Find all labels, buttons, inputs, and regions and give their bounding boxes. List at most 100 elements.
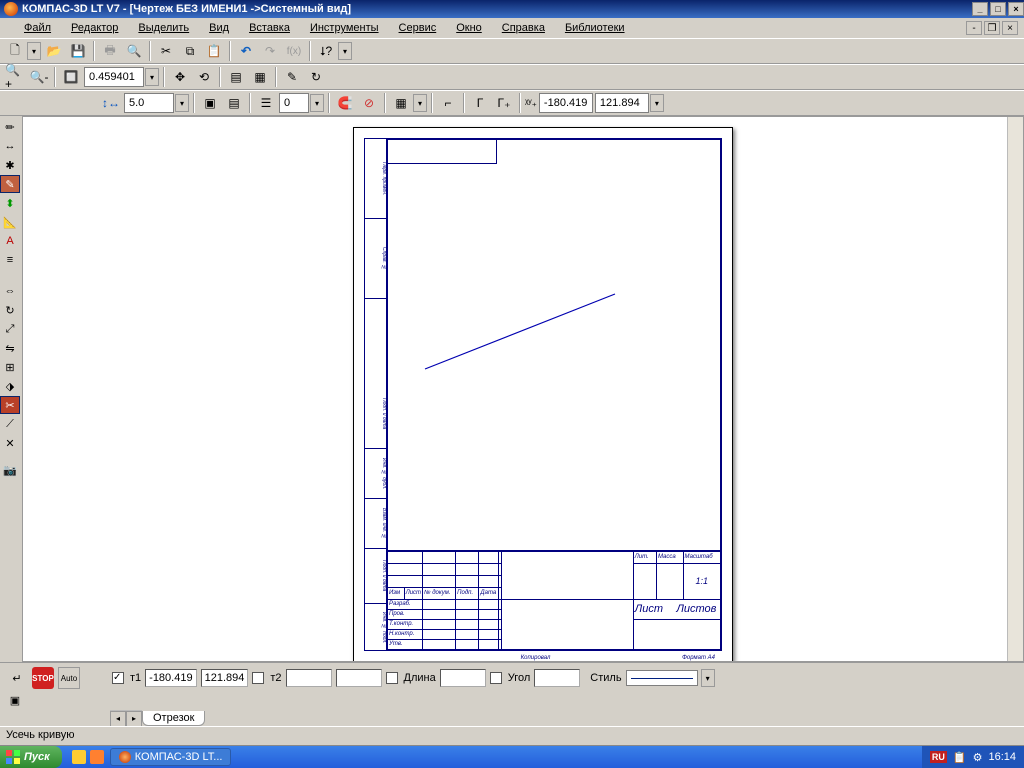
snap-on-button[interactable]: 🧲 (334, 92, 356, 114)
copy-array-button[interactable]: ⊞ (0, 358, 20, 376)
angle-input[interactable] (534, 669, 580, 687)
spec-button[interactable]: ≡ (0, 251, 20, 269)
ortho2-button[interactable]: Γ (469, 92, 491, 114)
coord-y-field[interactable]: 121.894 (595, 93, 649, 113)
ortho-button[interactable]: ↕↔ (100, 92, 122, 114)
layer-drop[interactable]: ▾ (310, 94, 324, 112)
menu-insert[interactable]: Вставка (241, 20, 298, 36)
coord-x-field[interactable]: -180.419 (539, 93, 593, 113)
menu-view[interactable]: Вид (201, 20, 237, 36)
paste-button[interactable]: 📋 (203, 40, 225, 62)
snap-off-button[interactable]: ⊘ (358, 92, 380, 114)
screenshot-button[interactable]: 📷 (0, 461, 20, 479)
symmetry-button[interactable]: ⇋ (0, 339, 20, 357)
step-drop[interactable]: ▾ (175, 94, 189, 112)
style-drop[interactable]: ▾ (701, 669, 715, 687)
menu-tools[interactable]: Инструменты (302, 20, 387, 36)
layer1-button[interactable]: ▣ (199, 92, 221, 114)
language-indicator[interactable]: RU (930, 751, 947, 763)
views-button[interactable]: ▦ (249, 66, 271, 88)
geometry-button[interactable]: ✏ (0, 118, 20, 136)
minimize-button[interactable]: _ (972, 2, 988, 16)
zoom-prev-button[interactable]: ⟲ (193, 66, 215, 88)
t1-x-input[interactable]: -180.419 (145, 669, 196, 687)
tray-icon-2[interactable]: ⚙ (973, 751, 983, 764)
copy-button[interactable]: ⧉ (179, 40, 201, 62)
symbols-button[interactable]: ✱ (0, 156, 20, 174)
pan-button[interactable]: ✥ (169, 66, 191, 88)
t1-lock-check[interactable] (112, 672, 124, 684)
rotate-button[interactable]: ↻ (0, 301, 20, 319)
menu-help[interactable]: Справка (494, 20, 553, 36)
menu-file[interactable]: Файл (16, 20, 59, 36)
grid-button[interactable]: ▦ (390, 92, 412, 114)
grid-drop[interactable]: ▾ (413, 94, 427, 112)
zoom-out-button[interactable]: 🔍- (28, 66, 50, 88)
undo-button[interactable]: ↶ (235, 40, 257, 62)
quick-launch-1[interactable] (72, 750, 86, 764)
zoom-window-button[interactable]: 🔲 (60, 66, 82, 88)
drawing-area[interactable]: Перв. примен. Справ. № Подп. и дата Инв.… (22, 116, 1024, 662)
measure-button[interactable]: 📐 (0, 213, 20, 231)
close-button[interactable]: × (1008, 2, 1024, 16)
tray-icon-1[interactable]: 📋 (953, 751, 967, 764)
task-kompas[interactable]: КОМПАС-3D LT... (110, 748, 232, 766)
start-button[interactable]: Пуск (0, 746, 62, 768)
tab-scroll-left[interactable]: ◂ (110, 711, 126, 727)
zoom-combo-drop[interactable]: ▾ (145, 68, 159, 86)
stop-button[interactable]: STOP (32, 667, 54, 689)
vertical-scrollbar[interactable] (1007, 117, 1023, 661)
menu-libraries[interactable]: Библиотеки (557, 20, 633, 36)
deform-button[interactable]: ⬗ (0, 377, 20, 395)
layer2-button[interactable]: ▤ (223, 92, 245, 114)
step-combo[interactable]: 5.0 (124, 93, 174, 113)
doc-restore-button[interactable]: ❐ (984, 21, 1000, 35)
menu-service[interactable]: Сервис (391, 20, 445, 36)
doc-close-button[interactable]: × (1002, 21, 1018, 35)
cut-button[interactable]: ✂ (155, 40, 177, 62)
selection-button[interactable]: A (0, 232, 20, 250)
tab-scroll-right[interactable]: ▸ (126, 711, 142, 727)
menu-editor[interactable]: Редактор (63, 20, 126, 36)
coord-drop[interactable]: ▾ (650, 94, 664, 112)
segment-tab[interactable]: Отрезок (142, 711, 205, 726)
angle-lock-check[interactable] (490, 672, 502, 684)
round-button[interactable]: Γ₊ (493, 92, 515, 114)
menu-window[interactable]: Окно (448, 20, 490, 36)
help-dropdown[interactable]: ▾ (338, 42, 352, 60)
fx-button[interactable]: f(x) (283, 40, 305, 62)
layer-manage-button[interactable]: ☰ (255, 92, 277, 114)
maximize-button[interactable]: □ (990, 2, 1006, 16)
t2-x-input[interactable] (286, 669, 332, 687)
parameterize-button[interactable]: ⬍ (0, 194, 20, 212)
redo-button[interactable]: ↷ (259, 40, 281, 62)
save-button[interactable]: 💾 (67, 40, 89, 62)
t2-y-input[interactable] (336, 669, 382, 687)
style-combo[interactable] (626, 670, 698, 686)
menu-select[interactable]: Выделить (130, 20, 197, 36)
lcs-button[interactable]: ⌐ (437, 92, 459, 114)
t2-lock-check[interactable] (252, 672, 264, 684)
refresh-button[interactable]: ↻ (305, 66, 327, 88)
t1-y-input[interactable]: 121.894 (201, 669, 249, 687)
layer-combo[interactable]: 0 (279, 93, 309, 113)
break-button[interactable]: ✕ (0, 434, 20, 452)
print-button[interactable]: 🖶 (99, 40, 121, 62)
doc-minimize-button[interactable]: - (966, 21, 982, 35)
redraw-button[interactable]: ✎ (281, 66, 303, 88)
panel-toggle-button[interactable]: ▣ (6, 692, 24, 708)
preview-button[interactable]: 🔍 (123, 40, 145, 62)
layers-button[interactable]: ▤ (225, 66, 247, 88)
clock[interactable]: 16:14 (988, 751, 1016, 763)
zoom-combo[interactable]: 0.459401 (84, 67, 144, 87)
auto-button[interactable]: Auto (58, 667, 80, 689)
new-dropdown[interactable]: ▾ (27, 42, 41, 60)
open-button[interactable]: 📂 (43, 40, 65, 62)
trim-curve-button[interactable]: ✂ (0, 396, 20, 414)
dimension-button[interactable]: ↔ (0, 137, 20, 155)
extend-button[interactable]: ⟋ (0, 415, 20, 433)
edit-button[interactable]: ✎ (0, 175, 20, 193)
create-object-button[interactable]: ↵ (6, 667, 28, 689)
scale-button[interactable]: ⤢ (0, 320, 20, 338)
new-button[interactable]: 🗋 (4, 40, 26, 62)
